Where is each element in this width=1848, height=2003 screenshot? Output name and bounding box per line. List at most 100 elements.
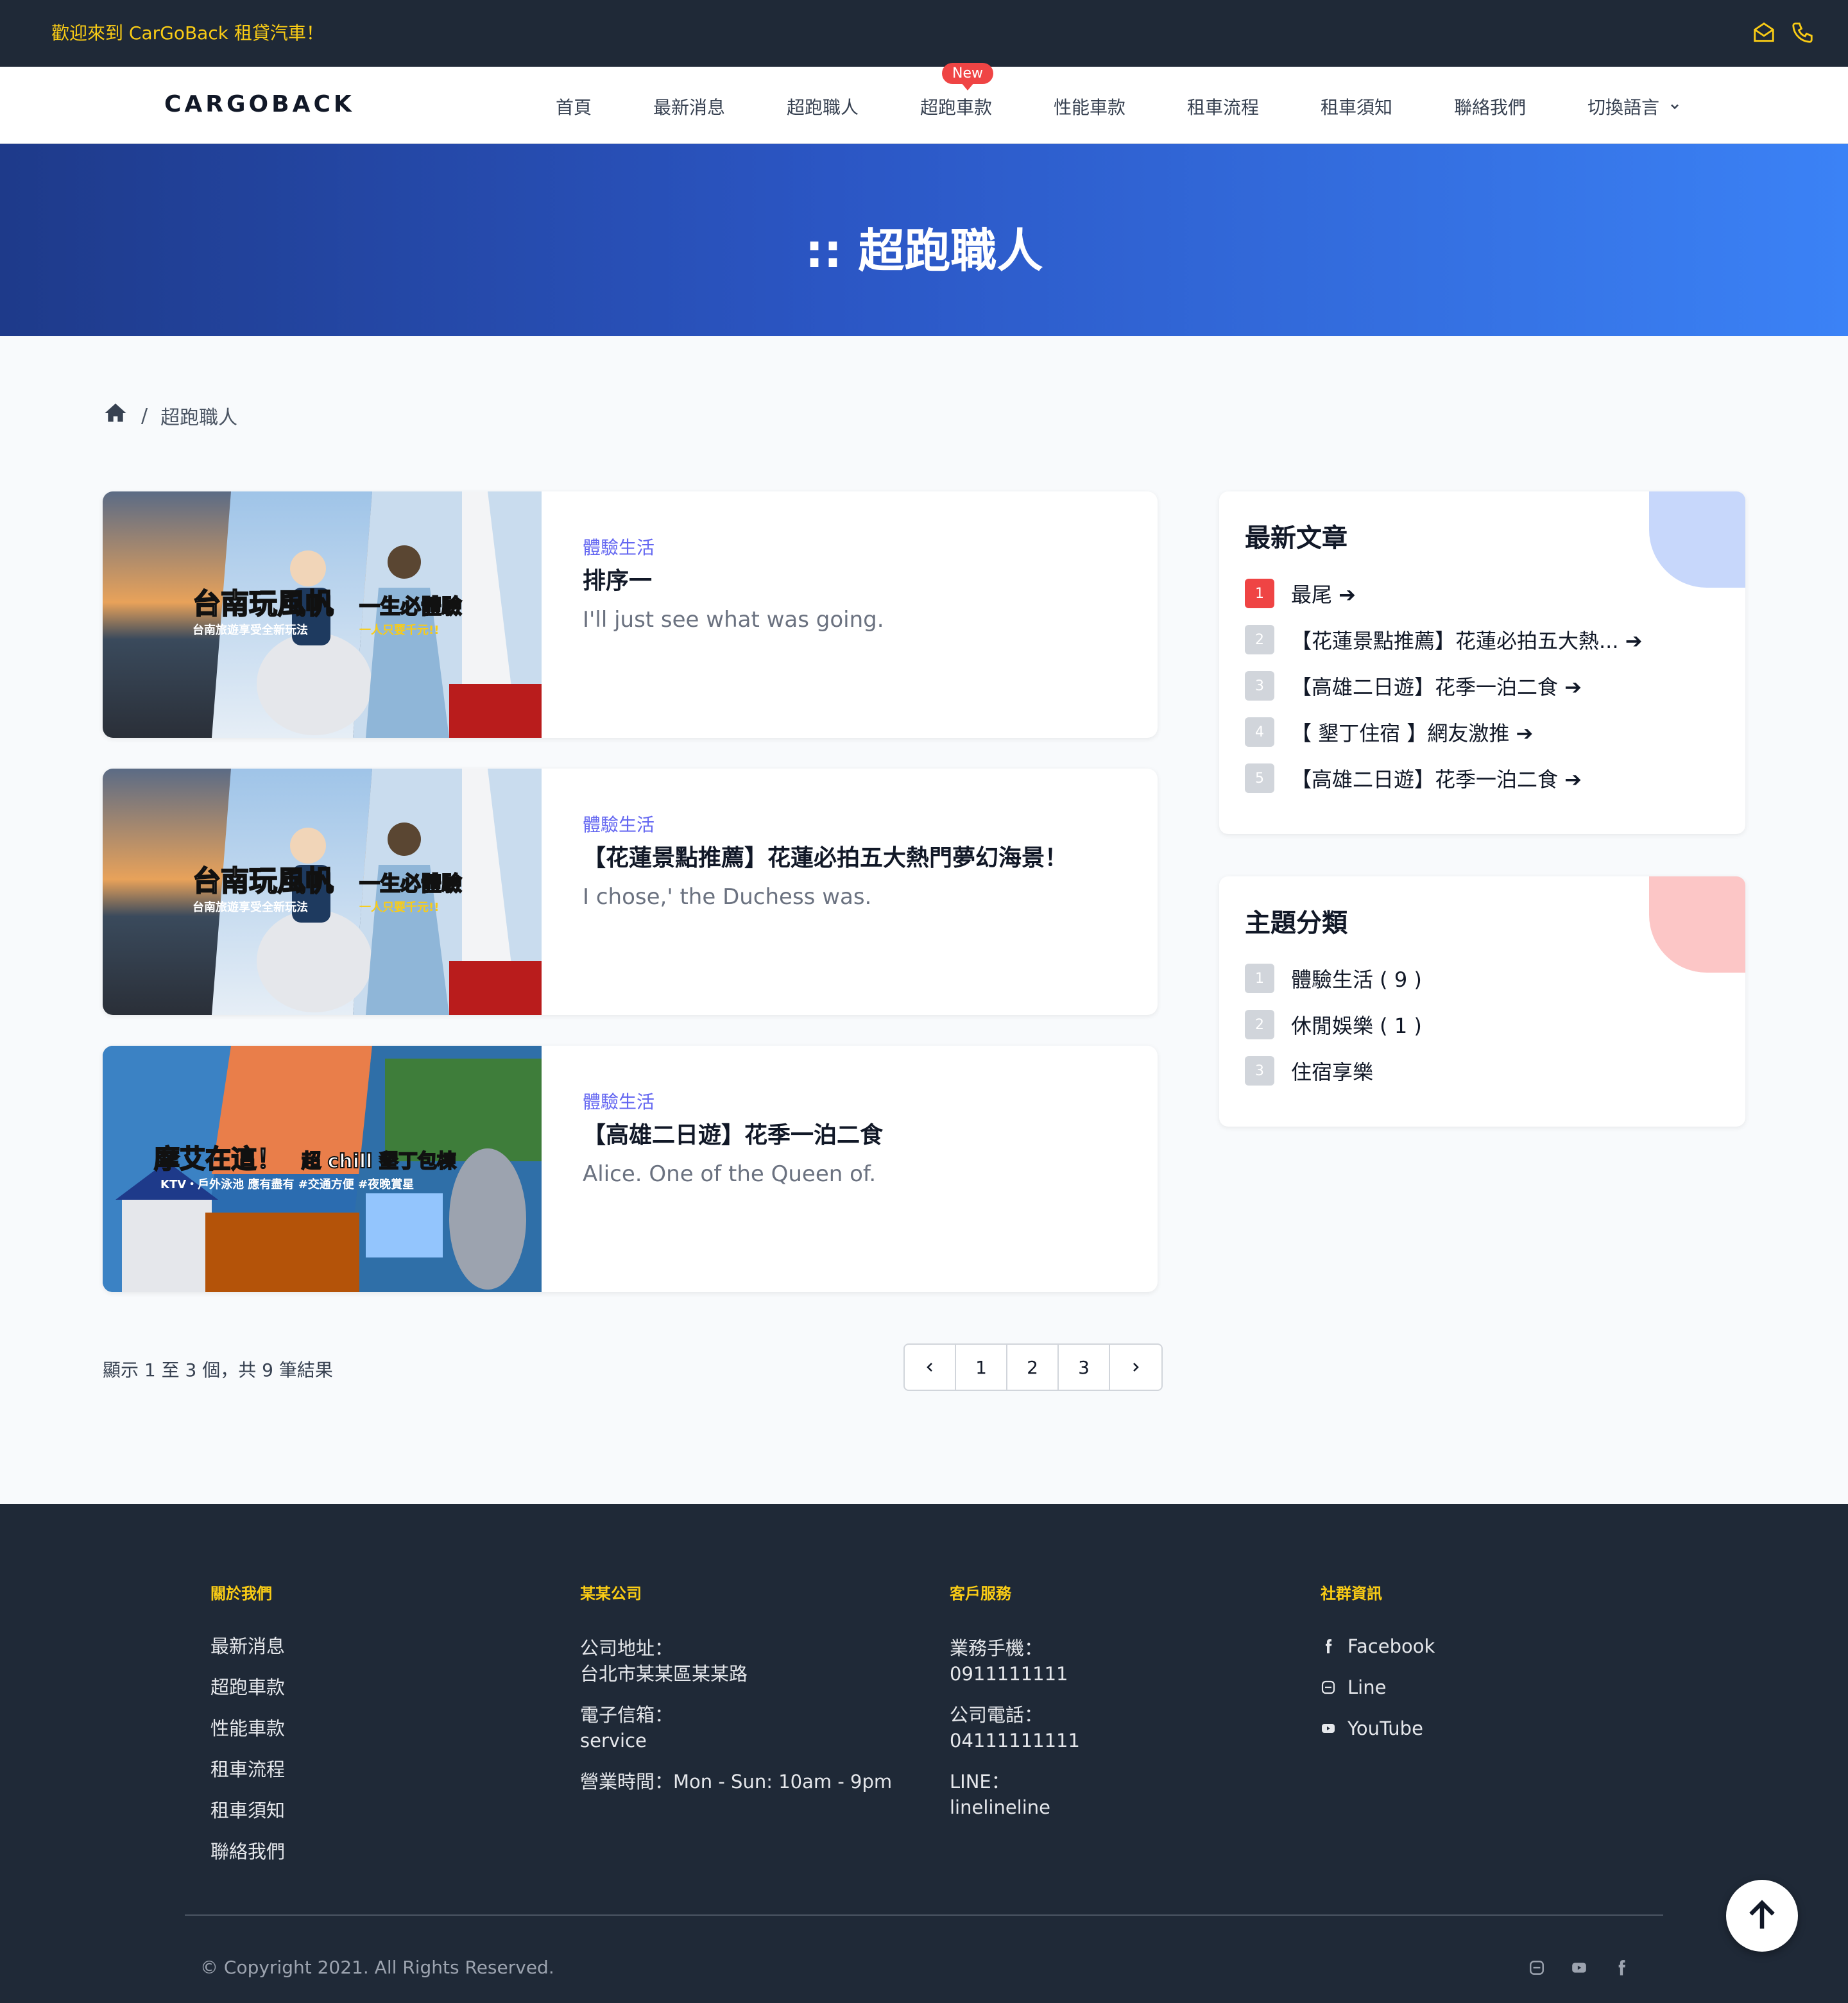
post-thumbnail[interactable]: 摩艾在這！ 超 chill 墾丁包棟 KTV・戶外泳池 應有盡有 #交通方便 #… bbox=[103, 1046, 542, 1292]
phone-label: 公司電話： bbox=[950, 1704, 1043, 1726]
svg-text:一生必體驗: 一生必體驗 bbox=[359, 871, 462, 896]
latest-post-item[interactable]: 5 【高雄二日遊】花季一泊二食 ➔ bbox=[1245, 763, 1582, 793]
footer-bottom-social bbox=[1528, 1959, 1630, 1979]
footer-link-supercar[interactable]: 超跑車款 bbox=[210, 1676, 285, 1698]
page-hero: :: 超跑職人 bbox=[0, 144, 1848, 336]
post-card[interactable]: 台南玩風帆 一生必體驗 台南旅遊享受全新玩法 一人只要千元!! 體驗生活 【花蓮… bbox=[103, 769, 1158, 1015]
social-link-line[interactable]: Line bbox=[1321, 1676, 1435, 1698]
svg-text:台南旅遊享受全新玩法: 台南旅遊享受全新玩法 bbox=[193, 623, 308, 637]
latest-post-link[interactable]: 【花蓮景點推薦】花蓮必拍五大熱... ➔ bbox=[1291, 625, 1643, 654]
phone-value[interactable]: 04111111111 bbox=[950, 1728, 1080, 1753]
breadcrumb-current: 超跑職人 bbox=[160, 407, 238, 429]
footer-link-news[interactable]: 最新消息 bbox=[210, 1635, 285, 1657]
category-item[interactable]: 3 住宿享樂 bbox=[1245, 1056, 1373, 1086]
arrow-up-icon bbox=[1749, 1900, 1775, 1929]
category-item[interactable]: 1 體驗生活 ( 9 ) bbox=[1245, 964, 1422, 993]
breadcrumb-separator: / bbox=[141, 404, 148, 427]
nav-item-news[interactable]: 最新消息 bbox=[653, 94, 725, 119]
results-summary: 顯示 1 至 3 個，共 9 筆結果 bbox=[103, 1359, 333, 1381]
nav-item-rental-process[interactable]: 租車流程 bbox=[1187, 94, 1259, 119]
page-button-1[interactable]: 1 bbox=[956, 1345, 1007, 1390]
thumbnail-title: 台南玩風帆 bbox=[193, 588, 334, 620]
category-link[interactable]: 住宿享樂 bbox=[1291, 1056, 1373, 1086]
post-thumbnail[interactable]: 台南玩風帆 一生必體驗 台南旅遊享受全新玩法 一人只要千元!! bbox=[103, 491, 542, 738]
service-phone: 公司電話： 04111111111 bbox=[950, 1702, 1080, 1753]
company-address: 公司地址： 台北市某某區某某路 bbox=[580, 1635, 892, 1687]
nav-item-performance-models[interactable]: 性能車款 bbox=[1054, 94, 1125, 119]
site-logo[interactable]: CARGOBACK bbox=[164, 91, 355, 117]
social-link-youtube[interactable]: YouTube bbox=[1321, 1717, 1435, 1739]
home-icon[interactable] bbox=[103, 400, 128, 431]
nav-item-contact[interactable]: 聯絡我們 bbox=[1454, 94, 1526, 119]
line-icon[interactable] bbox=[1528, 1959, 1545, 1979]
svg-text:一生必體驗: 一生必體驗 bbox=[359, 594, 462, 618]
category-item[interactable]: 2 休閒娛樂 ( 1 ) bbox=[1245, 1010, 1422, 1039]
decorative-blob bbox=[1649, 876, 1745, 973]
breadcrumb: / 超跑職人 bbox=[103, 400, 237, 431]
email-value[interactable]: service bbox=[580, 1728, 892, 1753]
page-button-3[interactable]: 3 bbox=[1059, 1345, 1110, 1390]
youtube-label[interactable]: YouTube bbox=[1348, 1717, 1423, 1739]
latest-post-link[interactable]: 【高雄二日遊】花季一泊二食 ➔ bbox=[1291, 763, 1582, 793]
latest-posts-widget: 最新文章 1 最尾 ➔ 2 【花蓮景點推薦】花蓮必拍五大熱... ➔ 3 【高雄… bbox=[1219, 491, 1745, 834]
contact-icons bbox=[1752, 21, 1815, 47]
latest-post-link[interactable]: 最尾 ➔ bbox=[1291, 579, 1356, 608]
nav-item-rental-notice[interactable]: 租車須知 bbox=[1321, 94, 1392, 119]
latest-post-item[interactable]: 1 最尾 ➔ bbox=[1245, 579, 1356, 608]
footer-link-contact[interactable]: 聯絡我們 bbox=[210, 1841, 285, 1862]
email-label: 電子信箱： bbox=[580, 1704, 674, 1726]
phone-icon[interactable] bbox=[1790, 21, 1815, 47]
footer-about: 關於我們 最新消息 超跑車款 性能車款 租車流程 租車須知 聯絡我們 bbox=[210, 1581, 285, 1882]
nav-item-supercar-expert[interactable]: 超跑職人 bbox=[787, 94, 859, 119]
footer-link-process[interactable]: 租車流程 bbox=[210, 1759, 285, 1780]
post-category[interactable]: 體驗生活 bbox=[583, 811, 654, 837]
thumbnail-title: 台南玩風帆 bbox=[193, 865, 334, 898]
line-label[interactable]: Line bbox=[1348, 1676, 1386, 1698]
rank-number: 4 bbox=[1245, 717, 1274, 747]
prev-page-button[interactable] bbox=[905, 1345, 956, 1390]
decorative-blob bbox=[1649, 491, 1745, 588]
post-excerpt: Alice. One of the Queen of. bbox=[583, 1161, 877, 1187]
footer-heading: 某某公司 bbox=[580, 1585, 642, 1603]
site-footer: 關於我們 最新消息 超跑車款 性能車款 租車流程 租車須知 聯絡我們 某某公司 … bbox=[0, 1504, 1848, 2003]
mail-icon[interactable] bbox=[1752, 21, 1776, 47]
back-to-top-button[interactable] bbox=[1726, 1880, 1798, 1952]
latest-post-item[interactable]: 4 【 墾丁住宿 】網友激推 ➔ bbox=[1245, 717, 1533, 747]
latest-post-link[interactable]: 【 墾丁住宿 】網友激推 ➔ bbox=[1291, 717, 1533, 747]
nav-item-language[interactable]: 切換語言 bbox=[1587, 94, 1681, 119]
footer-link-notice[interactable]: 租車須知 bbox=[210, 1800, 285, 1821]
mobile-value[interactable]: 0911111111 bbox=[950, 1661, 1080, 1687]
facebook-icon[interactable] bbox=[1613, 1959, 1630, 1979]
post-title[interactable]: 【高雄二日遊】花季一泊二食 bbox=[583, 1116, 883, 1150]
post-category[interactable]: 體驗生活 bbox=[583, 534, 654, 559]
latest-post-item[interactable]: 3 【高雄二日遊】花季一泊二食 ➔ bbox=[1245, 671, 1582, 701]
youtube-icon[interactable] bbox=[1571, 1959, 1587, 1979]
mobile-label: 業務手機： bbox=[950, 1637, 1043, 1659]
facebook-label[interactable]: Facebook bbox=[1348, 1635, 1435, 1657]
nav-item-supercar-models[interactable]: 超跑車款 bbox=[920, 94, 992, 119]
post-card[interactable]: 台南玩風帆 一生必體驗 台南旅遊享受全新玩法 一人只要千元!! 體驗生活 排序一… bbox=[103, 491, 1158, 738]
post-category[interactable]: 體驗生活 bbox=[583, 1088, 654, 1114]
latest-post-item[interactable]: 2 【花蓮景點推薦】花蓮必拍五大熱... ➔ bbox=[1245, 625, 1643, 654]
line-value[interactable]: linelineline bbox=[950, 1794, 1080, 1820]
footer-service: 客戶服務 業務手機： 0911111111 公司電話： 04111111111 … bbox=[950, 1581, 1080, 1836]
post-title[interactable]: 排序一 bbox=[583, 562, 652, 595]
next-page-button[interactable] bbox=[1110, 1345, 1161, 1390]
footer-company: 某某公司 公司地址： 台北市某某區某某路 電子信箱： service 營業時間：… bbox=[580, 1581, 892, 1810]
nav-item-home[interactable]: 首頁 bbox=[556, 94, 592, 119]
category-link[interactable]: 休閒娛樂 ( 1 ) bbox=[1291, 1010, 1422, 1039]
rank-number: 2 bbox=[1245, 625, 1274, 654]
page-button-2[interactable]: 2 bbox=[1007, 1345, 1059, 1390]
post-excerpt: I chose,' the Duchess was. bbox=[583, 884, 872, 910]
service-mobile: 業務手機： 0911111111 bbox=[950, 1635, 1080, 1687]
social-link-facebook[interactable]: Facebook bbox=[1321, 1635, 1435, 1657]
post-card[interactable]: 摩艾在這！ 超 chill 墾丁包棟 KTV・戶外泳池 應有盡有 #交通方便 #… bbox=[103, 1046, 1158, 1292]
svg-text:一人只要千元!!: 一人只要千元!! bbox=[359, 624, 439, 637]
post-thumbnail[interactable]: 台南玩風帆 一生必體驗 台南旅遊享受全新玩法 一人只要千元!! bbox=[103, 769, 542, 1015]
business-hours: 營業時間：Mon - Sun: 10am - 9pm bbox=[580, 1771, 893, 1793]
footer-link-performance[interactable]: 性能車款 bbox=[210, 1717, 285, 1739]
latest-post-link[interactable]: 【高雄二日遊】花季一泊二食 ➔ bbox=[1291, 671, 1582, 701]
category-link[interactable]: 體驗生活 ( 9 ) bbox=[1291, 964, 1422, 993]
post-title[interactable]: 【花蓮景點推薦】花蓮必拍五大熱門夢幻海景！ bbox=[583, 839, 1068, 873]
rank-number: 1 bbox=[1245, 579, 1274, 608]
